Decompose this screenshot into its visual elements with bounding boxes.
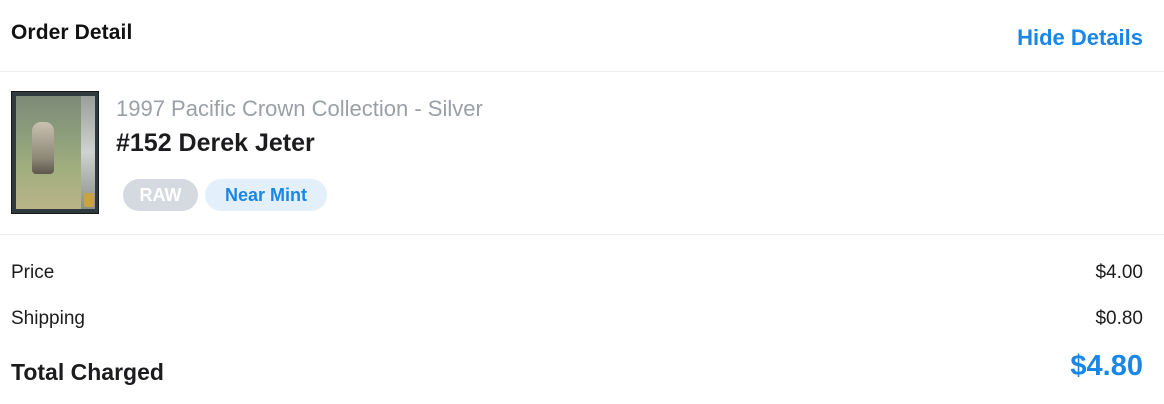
player-figure <box>32 122 54 174</box>
card-thumbnail[interactable] <box>11 91 99 214</box>
hide-details-link[interactable]: Hide Details <box>1017 25 1143 51</box>
shipping-value: $0.80 <box>1095 308 1143 329</box>
condition-badge: Near Mint <box>205 179 327 211</box>
order-detail-header: Order Detail Hide Details <box>0 0 1164 72</box>
total-label: Total Charged <box>11 359 164 385</box>
card-set-name: 1997 Pacific Crown Collection - Silver <box>116 96 483 121</box>
shipping-label: Shipping <box>11 308 85 329</box>
card-photo <box>16 96 86 209</box>
price-value: $4.00 <box>1095 262 1143 283</box>
price-label: Price <box>11 262 55 283</box>
order-item: 1997 Pacific Crown Collection - Silver #… <box>0 72 1164 235</box>
card-name: #152 Derek Jeter <box>116 129 315 157</box>
team-logo-icon <box>84 193 94 207</box>
grade-badge: RAW <box>123 179 198 211</box>
total-value: $4.80 <box>1070 350 1143 382</box>
page-title: Order Detail <box>11 21 133 44</box>
